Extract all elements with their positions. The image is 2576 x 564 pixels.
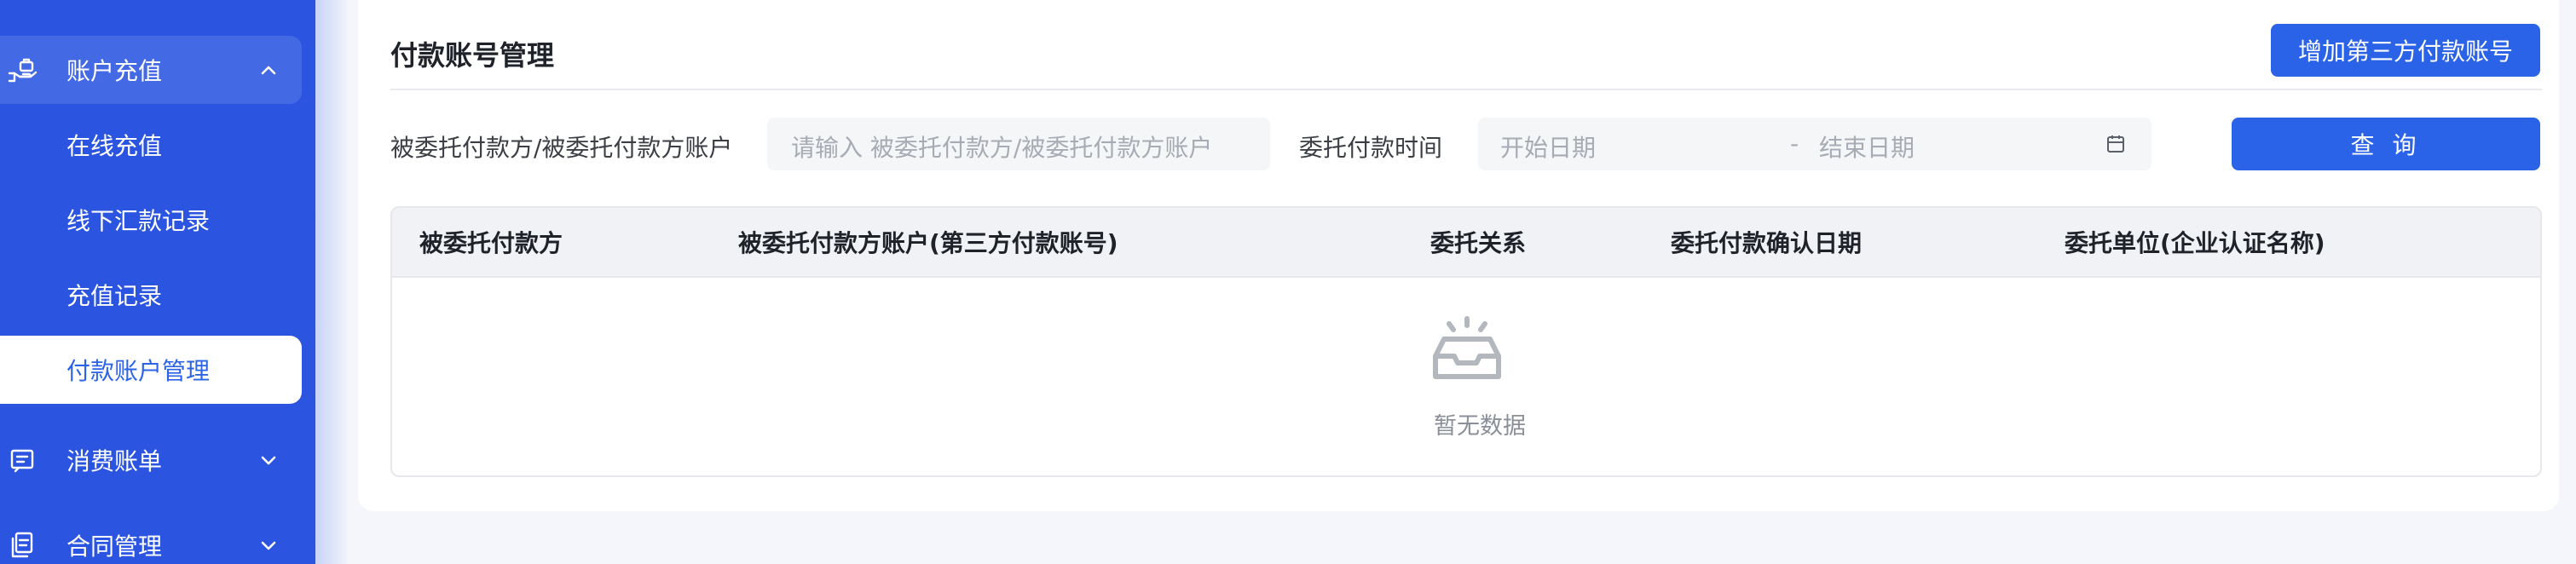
date-filter-label: 委托付款时间 bbox=[1299, 134, 1443, 162]
payer-search-input[interactable]: 请输入 被委托付款方/被委托付款方账户 bbox=[767, 118, 1270, 170]
menu-group-label: 账户充值 bbox=[66, 57, 163, 85]
date-range-picker[interactable]: 开始日期 - 结束日期 bbox=[1478, 118, 2151, 170]
menu-group-billing[interactable]: 消费账单 bbox=[0, 426, 302, 494]
menu-group-account-recharge[interactable]: 账户充值 bbox=[0, 36, 302, 104]
payer-filter-label: 被委托付款方/被委托付款方账户 bbox=[390, 134, 733, 162]
chevron-up-icon[interactable] bbox=[256, 57, 281, 83]
column-header: 被委托付款方账户(第三方付款账号) bbox=[738, 229, 1118, 257]
divider bbox=[390, 89, 2542, 90]
payer-search-placeholder: 请输入 被委托付款方/被委托付款方账户 bbox=[791, 134, 1213, 162]
date-range-separator: - bbox=[1790, 129, 1799, 158]
column-header: 被委托付款方 bbox=[419, 229, 563, 257]
table-header: 被委托付款方 被委托付款方账户(第三方付款账号) 委托关系 委托付款确认日期 委… bbox=[392, 208, 2540, 278]
chevron-down-icon[interactable] bbox=[256, 447, 281, 473]
sidebar-item-payment-account-management[interactable]: 付款账户管理 bbox=[0, 336, 302, 404]
search-button[interactable]: 查 询 bbox=[2232, 118, 2540, 170]
sidebar-shadow bbox=[315, 0, 349, 564]
menu-group-label: 合同管理 bbox=[66, 532, 163, 561]
column-header: 委托付款确认日期 bbox=[1671, 229, 1863, 257]
sidebar-item-label: 充值记录 bbox=[66, 282, 163, 310]
chevron-down-icon[interactable] bbox=[256, 532, 281, 558]
start-date-input[interactable]: 开始日期 bbox=[1500, 129, 1596, 164]
sidebar: 账户充值 在线充值 线下汇款记录 充值记录 付款账户管理 消费账单 合同管理 bbox=[0, 0, 315, 564]
add-third-party-account-button[interactable]: 增加第三方付款账号 bbox=[2271, 24, 2540, 77]
page-title: 付款账号管理 bbox=[390, 39, 555, 72]
sidebar-item-offline-remittance[interactable]: 线下汇款记录 bbox=[0, 186, 302, 254]
wallet-hand-icon bbox=[8, 58, 38, 83]
menu-group-label: 消费账单 bbox=[66, 447, 163, 475]
receipt-icon bbox=[10, 449, 34, 473]
menu-group-contracts[interactable]: 合同管理 bbox=[0, 511, 302, 564]
sidebar-item-label: 付款账户管理 bbox=[66, 357, 211, 385]
empty-inbox-icon bbox=[1433, 316, 1501, 379]
end-date-input[interactable]: 结束日期 bbox=[1819, 129, 1915, 164]
sidebar-item-online-recharge[interactable]: 在线充值 bbox=[0, 111, 302, 179]
column-header: 委托单位(企业认证名称) bbox=[2065, 229, 2325, 257]
sidebar-item-label: 在线充值 bbox=[66, 132, 163, 160]
calendar-icon[interactable] bbox=[2105, 134, 2126, 154]
sidebar-item-recharge-records[interactable]: 充值记录 bbox=[0, 261, 302, 329]
column-header: 委托关系 bbox=[1430, 229, 1527, 257]
sidebar-item-label: 线下汇款记录 bbox=[66, 207, 211, 235]
empty-state-text: 暂无数据 bbox=[1434, 413, 1526, 440]
accounts-table: 被委托付款方 被委托付款方账户(第三方付款账号) 委托关系 委托付款确认日期 委… bbox=[390, 206, 2542, 477]
main-panel: 付款账号管理 增加第三方付款账号 被委托付款方/被委托付款方账户 请输入 被委托… bbox=[358, 0, 2559, 511]
document-copy-icon bbox=[11, 532, 33, 558]
